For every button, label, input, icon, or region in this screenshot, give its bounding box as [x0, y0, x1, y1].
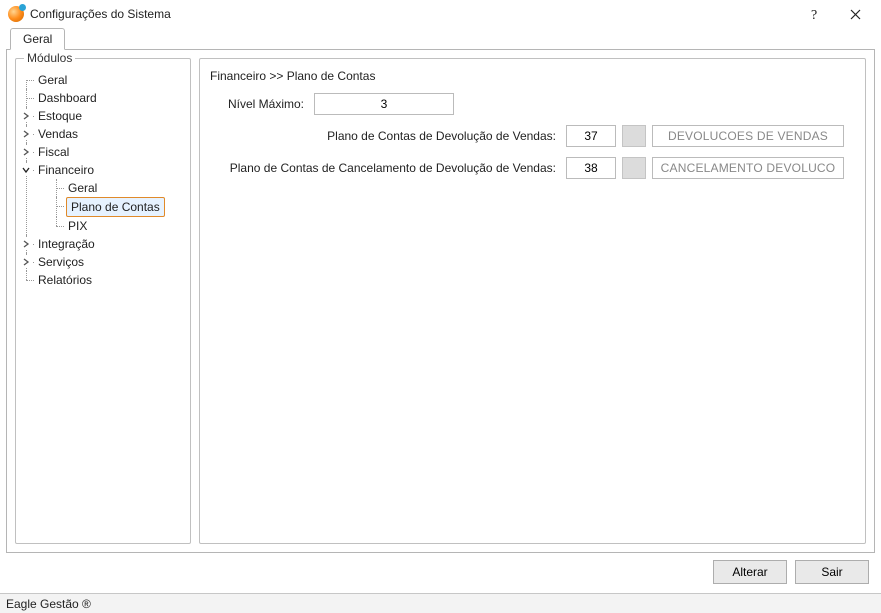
footer-buttons: Alterar Sair	[713, 560, 869, 584]
help-button[interactable]: ?	[795, 0, 835, 28]
tree-label: Integração	[36, 235, 97, 253]
tab-geral[interactable]: Geral	[10, 28, 65, 50]
devolucao-code-input[interactable]	[566, 125, 616, 147]
tree-label: Dashboard	[36, 89, 99, 107]
settings-panel: . Financeiro >> Plano de Contas Nível Má…	[199, 58, 866, 544]
row-cancelamento-devolucao: Plano de Contas de Cancelamento de Devol…	[206, 157, 859, 179]
chevron-down-icon[interactable]	[20, 164, 32, 176]
cancelamento-code-input[interactable]	[566, 157, 616, 179]
window-title: Configurações do Sistema	[30, 7, 171, 21]
tree-label: Plano de Contas	[66, 197, 165, 217]
tree-label: Geral	[66, 179, 99, 197]
tree-item-dashboard[interactable]: Dashboard	[22, 89, 184, 107]
tree-item-geral[interactable]: Geral	[22, 71, 184, 89]
devolucao-desc-input[interactable]	[652, 125, 844, 147]
chevron-right-icon[interactable]	[20, 256, 32, 268]
chevron-right-icon[interactable]	[20, 146, 32, 158]
devolucao-label: Plano de Contas de Devolução de Vendas:	[206, 129, 566, 143]
tree-item-relatorios[interactable]: Relatórios	[22, 271, 184, 289]
tree-label: Financeiro	[36, 161, 96, 179]
tree-label: Geral	[36, 71, 69, 89]
titlebar: Configurações do Sistema ?	[0, 0, 881, 28]
sair-button[interactable]: Sair	[795, 560, 869, 584]
statusbar-text: Eagle Gestão ®	[6, 597, 91, 611]
statusbar: Eagle Gestão ®	[0, 593, 881, 613]
cancelamento-label: Plano de Contas de Cancelamento de Devol…	[206, 161, 566, 175]
tree-label: Estoque	[36, 107, 84, 125]
close-button[interactable]	[835, 0, 875, 28]
modules-legend: Módulos	[24, 51, 75, 65]
tree-item-servicos[interactable]: Serviços	[22, 253, 184, 271]
alterar-button[interactable]: Alterar	[713, 560, 787, 584]
nivel-maximo-label: Nível Máximo:	[206, 97, 314, 111]
tree-item-plano-de-contas[interactable]: Plano de Contas	[52, 197, 184, 217]
svg-text:?: ?	[811, 8, 817, 21]
tree-label: Vendas	[36, 125, 80, 143]
tree-item-financeiro-geral[interactable]: Geral	[52, 179, 184, 197]
chevron-right-icon[interactable]	[20, 110, 32, 122]
tree-label: Serviços	[36, 253, 86, 271]
app-icon	[8, 6, 24, 22]
modules-groupbox: Módulos Geral Dashboard Estoque	[15, 58, 191, 544]
content-area: Módulos Geral Dashboard Estoque	[6, 49, 875, 553]
modules-tree: Geral Dashboard Estoque Vendas	[22, 71, 184, 289]
breadcrumb: Financeiro >> Plano de Contas	[210, 69, 859, 83]
tree-item-integracao[interactable]: Integração	[22, 235, 184, 253]
nivel-maximo-input[interactable]	[314, 93, 454, 115]
row-devolucao-vendas: Plano de Contas de Devolução de Vendas:	[206, 125, 859, 147]
tree-item-fiscal[interactable]: Fiscal	[22, 143, 184, 161]
cancelamento-picker-button[interactable]	[622, 157, 646, 179]
cancelamento-desc-input[interactable]	[652, 157, 844, 179]
devolucao-picker-button[interactable]	[622, 125, 646, 147]
tree-item-pix[interactable]: PIX	[52, 217, 184, 235]
tree-label: Fiscal	[36, 143, 71, 161]
tree-item-estoque[interactable]: Estoque	[22, 107, 184, 125]
chevron-right-icon[interactable]	[20, 238, 32, 250]
tab-strip: Geral	[10, 28, 881, 50]
row-nivel-maximo: Nível Máximo:	[206, 93, 859, 115]
tree-label: Relatórios	[36, 271, 94, 289]
tree-item-financeiro[interactable]: Financeiro Geral Plano de Contas PIX	[22, 161, 184, 235]
chevron-right-icon[interactable]	[20, 128, 32, 140]
tree-label: PIX	[66, 217, 89, 235]
tree-item-vendas[interactable]: Vendas	[22, 125, 184, 143]
